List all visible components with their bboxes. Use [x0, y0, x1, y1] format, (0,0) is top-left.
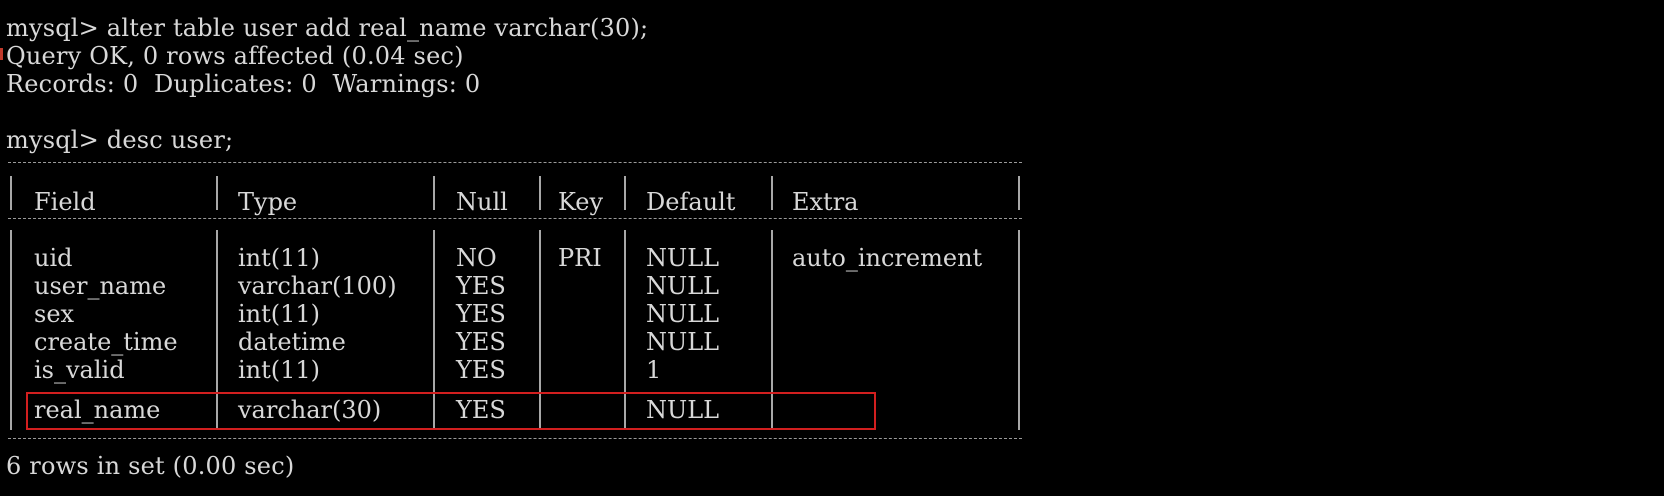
- table-bottom-border: [8, 438, 1022, 439]
- cell-null: YES: [456, 272, 506, 300]
- cell-default: NULL: [646, 272, 720, 300]
- cell-null: YES: [456, 300, 506, 328]
- table-col-border: [539, 176, 541, 210]
- table-col-border: [771, 176, 773, 210]
- cell-field: uid: [34, 244, 73, 272]
- cell-type: int(11): [238, 244, 321, 272]
- terminal-window[interactable]: mysql> alter table user add real_name va…: [0, 0, 1664, 496]
- cell-field: create_time: [34, 328, 178, 356]
- table-header-separator: [8, 218, 1022, 219]
- cursor-mark: [0, 48, 3, 60]
- command-desc: mysql> desc user;: [6, 126, 234, 154]
- cell-type: int(11): [238, 300, 321, 328]
- cell-field: sex: [34, 300, 75, 328]
- cell-key: PRI: [558, 244, 602, 272]
- query-ok-line: Query OK, 0 rows affected (0.04 sec): [6, 42, 464, 70]
- highlight-box: [26, 392, 876, 430]
- cell-default: 1: [646, 356, 662, 384]
- command-alter: mysql> alter table user add real_name va…: [6, 14, 649, 42]
- table-col-border: [10, 176, 12, 210]
- header-null: Null: [456, 188, 508, 216]
- table-col-border: [10, 230, 12, 430]
- rows-summary: 6 rows in set (0.00 sec): [6, 452, 295, 480]
- header-type: Type: [238, 188, 298, 216]
- header-extra: Extra: [792, 188, 859, 216]
- cell-type: datetime: [238, 328, 346, 356]
- records-line: Records: 0 Duplicates: 0 Warnings: 0: [6, 70, 481, 98]
- table-col-border: [1018, 230, 1020, 430]
- header-default: Default: [646, 188, 736, 216]
- cell-null: YES: [456, 356, 506, 384]
- cell-default: NULL: [646, 328, 720, 356]
- table-col-border: [216, 176, 218, 210]
- cell-type: varchar(100): [238, 272, 397, 300]
- header-key: Key: [558, 188, 604, 216]
- cell-field: user_name: [34, 272, 167, 300]
- cell-field: is_valid: [34, 356, 125, 384]
- table-col-border: [433, 176, 435, 210]
- cell-default: NULL: [646, 300, 720, 328]
- cell-null: NO: [456, 244, 497, 272]
- cell-extra: auto_increment: [792, 244, 983, 272]
- header-field: Field: [34, 188, 96, 216]
- cell-type: int(11): [238, 356, 321, 384]
- table-col-border: [624, 176, 626, 210]
- cell-default: NULL: [646, 244, 720, 272]
- cell-null: YES: [456, 328, 506, 356]
- table-col-border: [1018, 176, 1020, 210]
- table-top-border: [8, 162, 1022, 163]
